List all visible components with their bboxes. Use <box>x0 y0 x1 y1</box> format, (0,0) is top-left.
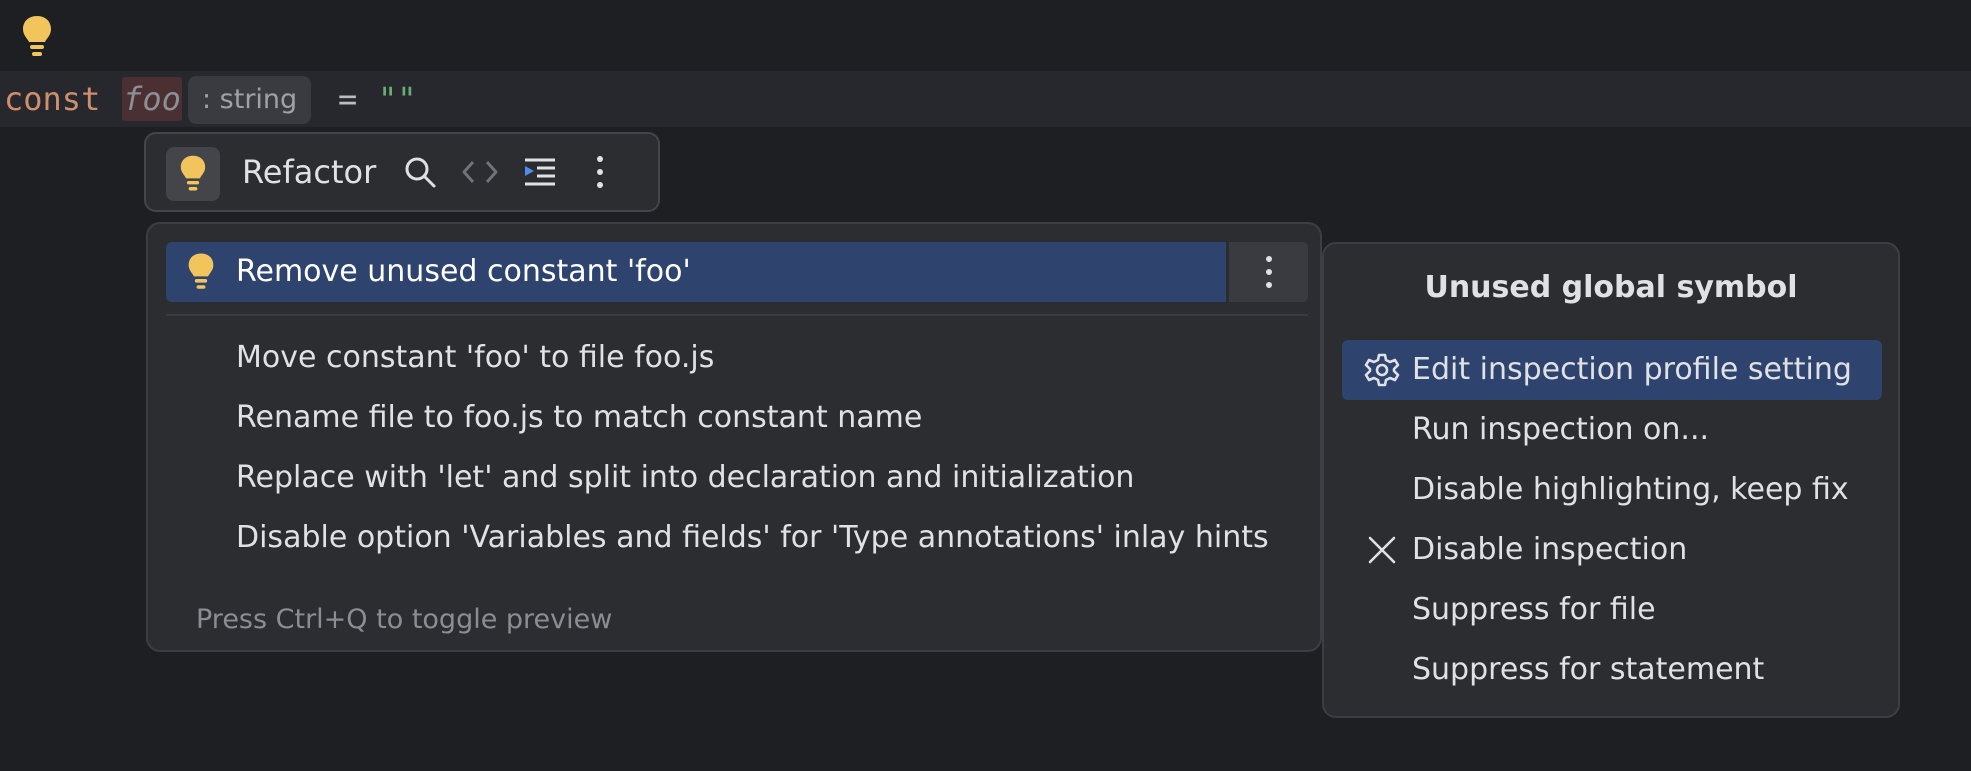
intention-item-disable-inlay-option[interactable]: Disable option 'Variables and fields' fo… <box>236 510 1269 566</box>
inspection-submenu: Unused global symbol Edit inspection pro… <box>1322 242 1900 718</box>
intention-item-rename-file[interactable]: Rename file to foo.js to match constant … <box>236 390 922 446</box>
code-line: const foo : string = "" <box>0 71 1971 127</box>
submenu-item-edit-profile[interactable]: Edit inspection profile setting <box>1412 340 1852 400</box>
more-vertical-icon[interactable] <box>580 152 620 192</box>
gutter-bulb-icon[interactable] <box>20 14 54 60</box>
submenu-item-disable-highlighting[interactable]: Disable highlighting, keep fix <box>1412 460 1849 520</box>
code-brackets-icon[interactable] <box>460 152 500 192</box>
indent-icon[interactable] <box>520 152 560 192</box>
divider <box>166 314 1308 316</box>
refactor-label[interactable]: Refactor <box>242 134 376 210</box>
identifier-foo[interactable]: foo <box>122 77 182 121</box>
submenu-item-run-inspection[interactable]: Run inspection on... <box>1412 400 1709 460</box>
bulb-icon <box>180 155 206 191</box>
intention-item-replace-with-let[interactable]: Replace with 'let' and split into declar… <box>236 450 1134 506</box>
refactor-toolbar: Refactor <box>144 132 660 212</box>
intention-item-selected[interactable]: Remove unused constant 'foo' <box>166 242 1308 302</box>
intention-actions-popup: Remove unused constant 'foo' Move consta… <box>146 222 1322 652</box>
submenu-item-disable-inspection[interactable]: Disable inspection <box>1412 520 1687 580</box>
more-vertical-icon <box>1265 256 1272 288</box>
close-icon <box>1368 536 1396 564</box>
bulb-icon <box>188 253 214 289</box>
submenu-title: Unused global symbol <box>1424 270 1798 305</box>
toolbar-bulb-button[interactable] <box>166 147 220 201</box>
intention-item-move-constant[interactable]: Move constant 'foo' to file foo.js <box>236 330 714 386</box>
item-options-button[interactable] <box>1226 242 1308 302</box>
string-literal: "" <box>378 80 417 118</box>
search-icon[interactable] <box>400 152 440 192</box>
intention-item-label: Remove unused constant 'foo' <box>236 254 691 289</box>
submenu-item-suppress-statement[interactable]: Suppress for statement <box>1412 640 1764 700</box>
assignment-operator: = <box>338 80 358 118</box>
preview-hint: Press Ctrl+Q to toggle preview <box>196 604 613 635</box>
keyword-const: const <box>4 80 101 118</box>
submenu-item-suppress-file[interactable]: Suppress for file <box>1412 580 1656 640</box>
type-inlay-hint[interactable]: : string <box>188 76 312 124</box>
gear-icon <box>1364 353 1400 387</box>
